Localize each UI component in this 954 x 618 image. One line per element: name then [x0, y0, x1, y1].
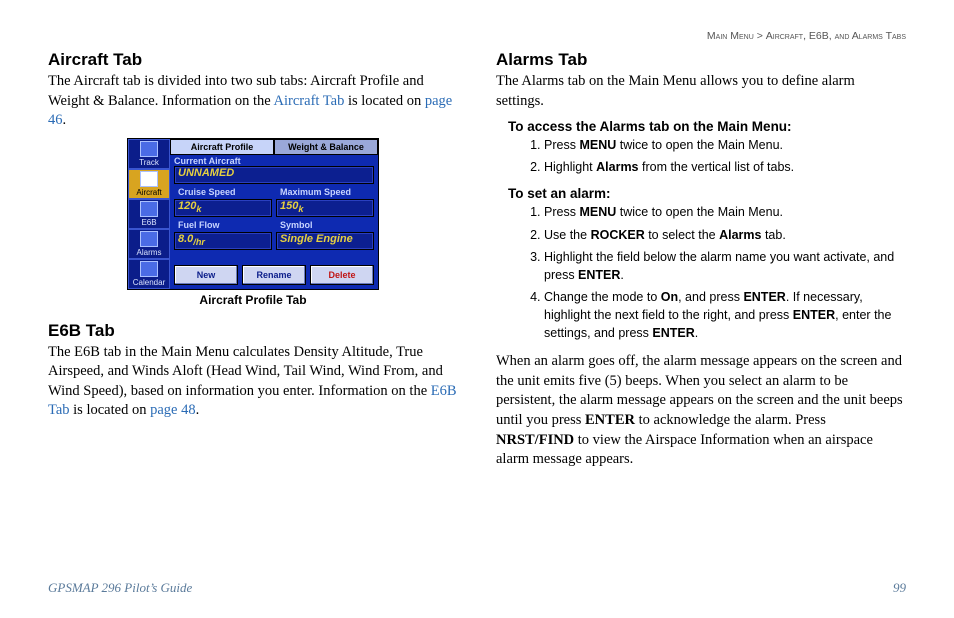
side-tab-track[interactable]: Track	[128, 139, 170, 169]
screenshot-caption: Aircraft Profile Tab	[48, 293, 458, 307]
list-item: Press MENU twice to open the Main Menu.	[544, 136, 906, 154]
field-symbol[interactable]: Single Engine	[276, 232, 374, 250]
page-footer: GPSMAP 296 Pilot’s Guide 99	[48, 580, 906, 596]
field-fuel-flow[interactable]: 8.0/hr	[174, 232, 272, 250]
breadcrumb-left: Main Menu	[707, 30, 754, 42]
label-current-aircraft: Current Aircraft	[170, 155, 378, 166]
list-item: Use the ROCKER to select the Alarms tab.	[544, 226, 906, 244]
list-item: Press MENU twice to open the Main Menu.	[544, 203, 906, 221]
paragraph-aircraft: The Aircraft tab is divided into two sub…	[48, 72, 458, 131]
field-cruise-speed[interactable]: 120k	[174, 199, 272, 217]
footer-guide: GPSMAP 296 Pilot’s Guide	[48, 580, 192, 596]
side-tab-calendar[interactable]: Calendar	[128, 259, 170, 289]
side-tab-aircraft[interactable]: Aircraft	[128, 169, 170, 199]
breadcrumb: Main Menu > Aircraft, E6B, and Alarms Ta…	[48, 30, 906, 42]
footer-page: 99	[893, 580, 906, 596]
paragraph-e6b: The E6B tab in the Main Menu calculates …	[48, 343, 458, 421]
heading-aircraft-tab: Aircraft Tab	[48, 50, 458, 70]
heading-e6b-tab: E6B Tab	[48, 321, 458, 341]
field-aircraft-name[interactable]: UNNAMED	[174, 166, 374, 184]
side-tab-e6b[interactable]: E6B	[128, 199, 170, 229]
field-max-speed[interactable]: 150k	[276, 199, 374, 217]
aircraft-icon	[140, 171, 158, 187]
list-set-alarm: Press MENU twice to open the Main Menu. …	[526, 203, 906, 342]
list-item: Highlight the field below the alarm name…	[544, 248, 906, 284]
rename-button[interactable]: Rename	[242, 265, 306, 285]
side-tab-alarms[interactable]: Alarms	[128, 229, 170, 259]
left-column: Aircraft Tab The Aircraft tab is divided…	[48, 48, 458, 478]
new-button[interactable]: New	[174, 265, 238, 285]
list-access-alarms: Press MENU twice to open the Main Menu. …	[526, 136, 906, 176]
paragraph-alarm-behavior: When an alarm goes off, the alarm messag…	[496, 352, 906, 469]
link-page-48[interactable]: page 48	[150, 402, 196, 418]
track-icon	[140, 141, 158, 157]
calendar-icon	[140, 261, 158, 277]
link-aircraft-tab[interactable]: Aircraft Tab	[274, 93, 345, 109]
tab-weight-balance[interactable]: Weight & Balance	[274, 139, 378, 155]
list-item: Highlight Alarms from the vertical list …	[544, 158, 906, 176]
heading-alarms-tab: Alarms Tab	[496, 50, 906, 70]
e6b-icon	[140, 201, 158, 217]
screenshot-aircraft-profile: Track Aircraft E6B Alarms Calendar Aircr…	[128, 139, 378, 289]
delete-button[interactable]: Delete	[310, 265, 374, 285]
tab-aircraft-profile[interactable]: Aircraft Profile	[170, 139, 274, 155]
breadcrumb-right: Aircraft, E6B, and Alarms Tabs	[766, 30, 906, 42]
subhead-access-alarms: To access the Alarms tab on the Main Men…	[508, 119, 906, 134]
paragraph-alarms: The Alarms tab on the Main Menu allows y…	[496, 72, 906, 111]
alarms-icon	[140, 231, 158, 247]
list-item: Change the mode to On, and press ENTER. …	[544, 288, 906, 342]
subhead-set-alarm: To set an alarm:	[508, 186, 906, 201]
right-column: Alarms Tab The Alarms tab on the Main Me…	[496, 48, 906, 478]
